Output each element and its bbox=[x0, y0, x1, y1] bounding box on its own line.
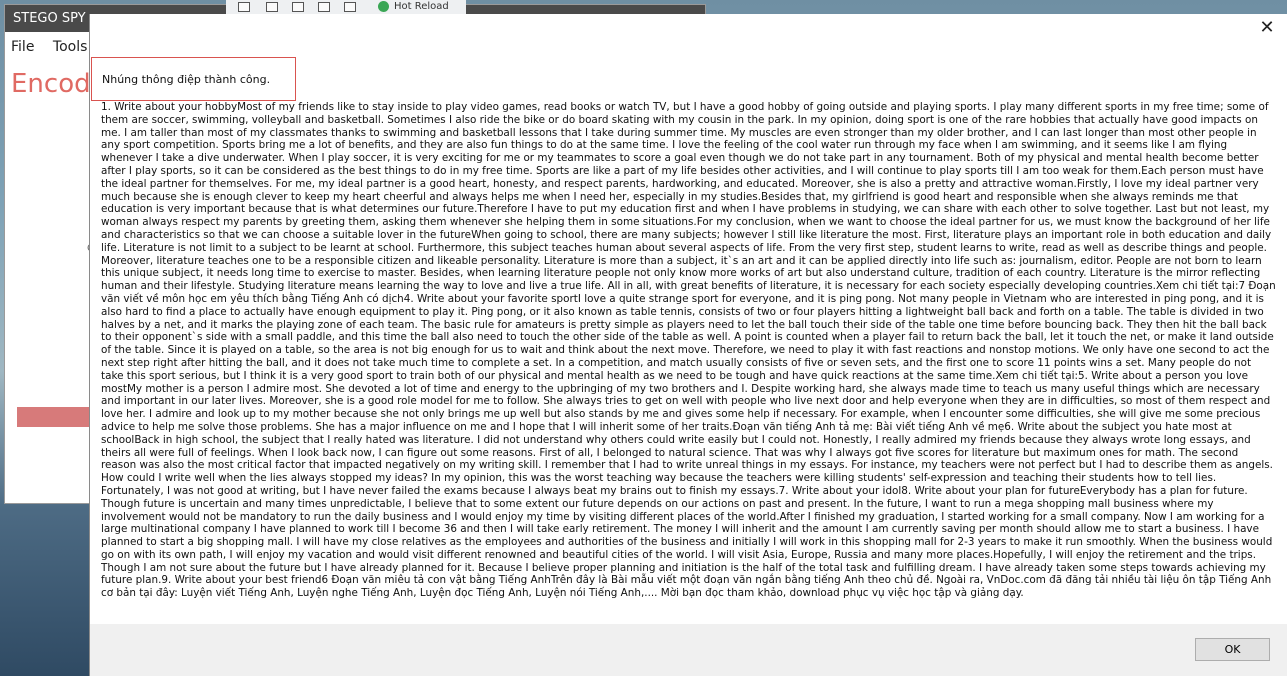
dialog-message-text: 1. Write about your hobbyMost of my frie… bbox=[101, 101, 1276, 600]
ok-button[interactable]: OK bbox=[1195, 638, 1270, 661]
hot-reload-label[interactable]: Hot Reload bbox=[394, 0, 449, 13]
background-app-action-bar[interactable] bbox=[17, 407, 93, 427]
hot-reload-icon[interactable] bbox=[378, 1, 389, 12]
message-dialog: Nhúng thông điệp thành công. 1. Write ab… bbox=[89, 14, 1287, 676]
close-icon[interactable]: ✕ bbox=[1257, 18, 1277, 38]
toolbar-document-icon[interactable] bbox=[238, 2, 250, 12]
toolbar-play-icon[interactable] bbox=[266, 2, 278, 12]
toolbar-frame-icon[interactable] bbox=[318, 2, 330, 12]
menu-file[interactable]: File bbox=[11, 39, 34, 55]
menu-tools[interactable]: Tools bbox=[53, 39, 88, 55]
background-app-title: STEGO SPY bbox=[13, 11, 86, 26]
ide-toolbar: Hot Reload bbox=[226, 0, 466, 15]
status-message: Nhúng thông điệp thành công. bbox=[91, 57, 296, 101]
toolbar-window-icon[interactable] bbox=[292, 2, 304, 12]
toolbar-stack-icon[interactable] bbox=[344, 2, 356, 12]
dialog-content-area: Nhúng thông điệp thành công. 1. Write ab… bbox=[90, 14, 1287, 624]
